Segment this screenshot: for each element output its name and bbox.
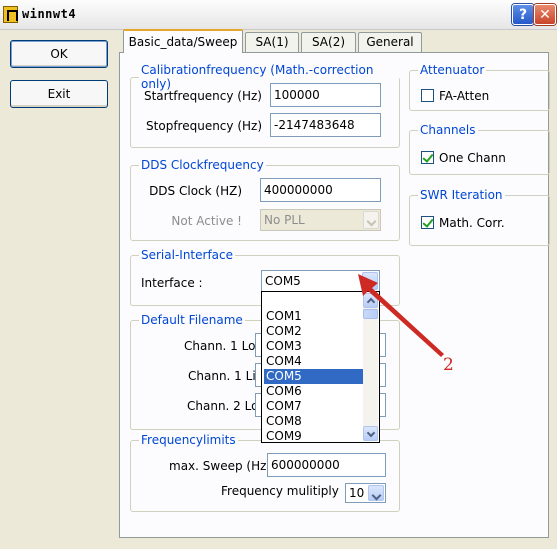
channels-legend: Channels <box>420 123 476 137</box>
tab-general[interactable]: General <box>358 32 422 52</box>
dropdown-option-com3[interactable]: COM3 <box>264 339 363 354</box>
channels-group: Channels <box>409 123 550 175</box>
window-title: winnwt4 <box>22 7 77 21</box>
dropdown-option-com8[interactable]: COM8 <box>264 414 363 429</box>
help-button[interactable]: ? <box>512 4 534 25</box>
frequency-multiply-select[interactable]: 10 <box>345 483 386 503</box>
dropdown-option-com5[interactable]: COM5 <box>264 369 363 384</box>
freqlimits-legend: Frequencylimits <box>141 433 236 447</box>
start-frequency-label: Startfrequency (Hz) <box>143 89 262 103</box>
pll-select-value: No PLL <box>264 213 305 227</box>
dropdown-option-com1[interactable]: COM1 <box>264 309 363 324</box>
chann1-lin-label: Chann. 1 Lin <box>188 369 264 383</box>
tab-basic-data-sweep[interactable]: Basic_data/Sweep <box>123 29 243 53</box>
serial-legend: Serial-Interface <box>141 248 234 262</box>
fa-atten-label: FA-Atten <box>439 89 490 103</box>
attenuator-group: Attenuator <box>409 63 550 111</box>
max-sweep-label: max. Sweep (Hz) <box>169 459 272 473</box>
swr-legend: SWR Iteration <box>420 188 503 202</box>
pll-select: No PLL <box>260 209 381 231</box>
start-frequency-input[interactable]: 100000 <box>270 83 381 107</box>
stop-frequency-input[interactable]: -2147483648 <box>270 113 381 137</box>
close-icon: ✕ <box>539 7 551 23</box>
attenuator-legend: Attenuator <box>420 63 485 77</box>
dds-clock-label: DDS Clock (HZ) <box>149 184 242 198</box>
dropdown-option-com9[interactable]: COM9 <box>264 429 363 442</box>
title-bar: winnwt4 ? ✕ <box>0 0 557 30</box>
dropdown-option-com7[interactable]: COM7 <box>264 399 363 414</box>
filename-legend: Default Filename <box>141 313 243 327</box>
math-corr-checkbox[interactable] <box>421 216 434 229</box>
fa-atten-checkbox[interactable] <box>421 89 434 102</box>
math-corr-label: Math. Corr. <box>439 216 505 230</box>
tab-sa2[interactable]: SA(2) <box>301 32 356 52</box>
max-sweep-input[interactable]: 600000000 <box>267 453 386 477</box>
frequency-multiply-value: 10 <box>349 486 365 500</box>
chevron-down-icon <box>363 211 379 229</box>
annotation-number: 2 <box>443 355 454 375</box>
one-chann-checkbox[interactable] <box>421 151 434 164</box>
chevron-down-icon[interactable] <box>368 485 384 501</box>
pll-label: Not Active ! <box>171 214 242 228</box>
tab-sa1[interactable]: SA(1) <box>245 32 299 52</box>
interface-select-value: COM5 <box>265 274 301 288</box>
dropdown-option-com4[interactable]: COM4 <box>264 354 363 369</box>
annotation-arrow-icon <box>358 274 444 357</box>
chann1-log-label: Chann. 1 Log <box>184 339 264 353</box>
exit-button[interactable]: Exit <box>10 80 108 108</box>
one-chann-label: One Chann <box>439 151 506 165</box>
app-icon <box>3 6 18 23</box>
dropdown-option-com6[interactable]: COM6 <box>264 384 363 399</box>
dropdown-option-com2[interactable]: COM2 <box>264 324 363 339</box>
question-icon: ? <box>518 7 528 23</box>
frequency-multiply-label: Frequency mulitiply <box>221 484 339 498</box>
ok-button[interactable]: OK <box>10 40 108 68</box>
dds-legend: DDS Clockfrequency <box>141 158 264 172</box>
scroll-down-icon[interactable] <box>363 426 378 441</box>
interface-label: Interface : <box>141 276 203 290</box>
dds-clock-input[interactable]: 400000000 <box>260 178 381 202</box>
close-button[interactable]: ✕ <box>534 4 556 25</box>
stop-frequency-label: Stopfrequency (Hz) <box>146 119 262 133</box>
